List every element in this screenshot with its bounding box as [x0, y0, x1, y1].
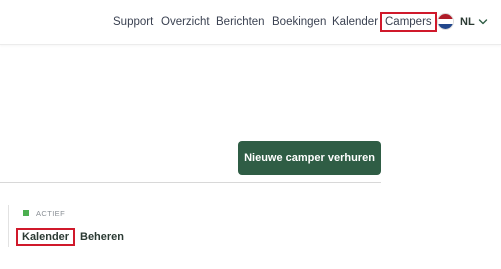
nav-item-overzicht[interactable]: Overzicht	[161, 15, 210, 29]
nav-item-berichten[interactable]: Berichten	[216, 15, 265, 29]
nav-item-campers[interactable]: Campers	[380, 12, 437, 32]
status-badge: ACTIEF	[36, 209, 66, 218]
nav-item-support[interactable]: Support	[113, 15, 153, 29]
status-indicator-dot	[23, 210, 29, 216]
listing-card-border	[8, 205, 9, 247]
new-camper-rental-button[interactable]: Nieuwe camper verhuren	[238, 141, 381, 175]
nav-item-kalender[interactable]: Kalender	[332, 15, 378, 29]
tab-beheren[interactable]: Beheren	[80, 231, 124, 243]
netherlands-flag-icon[interactable]	[437, 13, 454, 30]
section-divider	[0, 182, 381, 183]
language-code[interactable]: NL	[460, 16, 475, 28]
top-navigation-bar: Support Overzicht Berichten Boekingen Ka…	[0, 0, 501, 45]
chevron-down-icon[interactable]	[478, 17, 488, 27]
tab-kalender[interactable]: Kalender	[15, 228, 76, 246]
nav-item-boekingen[interactable]: Boekingen	[272, 15, 326, 29]
main-nav: Support Overzicht Berichten Boekingen Ka…	[0, 0, 501, 44]
page: Support Overzicht Berichten Boekingen Ka…	[0, 0, 501, 269]
